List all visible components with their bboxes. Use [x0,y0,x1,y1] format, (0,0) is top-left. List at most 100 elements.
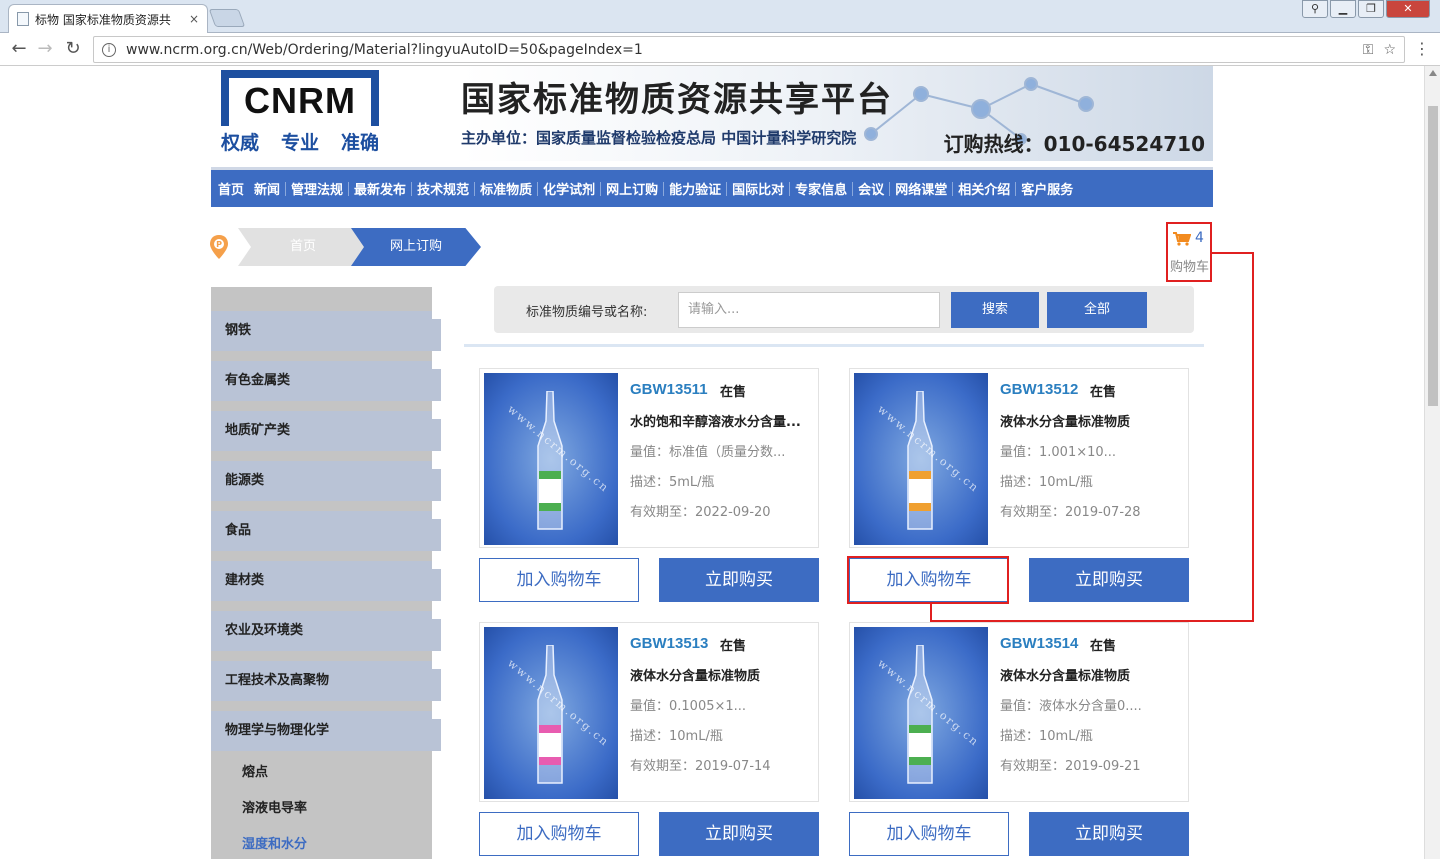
breadcrumb-current[interactable]: 网上订购 [351,228,481,266]
sidebar-item-engineering[interactable]: 工程技术及高聚物 [211,661,441,701]
search-input[interactable]: 请输入... [678,292,940,328]
product-code-link[interactable]: GBW13513 [630,635,708,652]
nav-latest[interactable]: 最新发布 [349,179,411,198]
sidebar-item-food[interactable]: 食品 [211,511,441,551]
slogan-2: 专业 [280,132,319,154]
buy-now-button[interactable]: 立即购买 [1029,812,1189,856]
forward-icon[interactable]: → [34,38,56,60]
show-all-button[interactable]: 全部 [1047,292,1147,328]
product-name[interactable]: 水的饱和辛醇溶液水分含量... [630,411,814,430]
order-hotline: 订购热线：010-64524710 [943,132,1205,156]
sidebar-item-energy[interactable]: 能源类 [211,461,441,501]
breadcrumb-home[interactable]: 首页 [238,228,368,266]
bookmark-star-icon[interactable]: ☆ [1383,42,1396,58]
main-nav: 首页 新闻 管理法规 最新发布 技术规范 标准物质 化学试剂 网上订购 能力验证… [211,167,1213,207]
sidebar-subitem-humidity[interactable]: 湿度和水分 [242,833,307,852]
product-card: www.ncrm.org.cn GBW13512 在售 液体水分含量标准物质 量… [849,368,1189,548]
sidebar-item-geology[interactable]: 地质矿产类 [211,411,441,451]
annotation-line [1252,252,1254,622]
url-field[interactable]: i www.ncrm.org.cn/Web/Ordering/Material?… [93,36,1405,63]
nav-intl-comparison[interactable]: 国际比对 [727,179,789,198]
annotation-line [1212,252,1254,254]
product-value: 量值：液体水分含量0.... [1000,699,1142,714]
key-icon[interactable]: ⚿ [1363,42,1374,58]
user-icon[interactable]: ⚲ [1302,0,1328,18]
product-name[interactable]: 液体水分含量标准物质 [630,665,814,684]
nav-about[interactable]: 相关介绍 [953,179,1015,198]
buy-now-button[interactable]: 立即购买 [1029,558,1189,602]
nav-proficiency[interactable]: 能力验证 [664,179,726,198]
product-name[interactable]: 液体水分含量标准物质 [1000,665,1184,684]
info-icon[interactable]: i [102,42,116,57]
url-text[interactable]: www.ncrm.org.cn/Web/Ordering/Material?li… [126,42,1353,58]
product-image[interactable]: www.ncrm.org.cn [854,373,988,545]
nav-meetings[interactable]: 会议 [853,179,889,198]
category-sidebar: 钢铁 有色金属类 地质矿产类 能源类 食品 建材类 农业及环境类 工程技术及高聚… [211,287,441,859]
nav-tech-specs[interactable]: 技术规范 [412,179,474,198]
sidebar-item-nonferrous[interactable]: 有色金属类 [211,361,441,401]
product-image[interactable]: www.ncrm.org.cn [854,627,988,799]
new-tab-button[interactable] [208,9,246,27]
site-banner: CNRM 权威 专业 准确 国家标准物质资源共享平台 主办单位：国家质量监督检验… [211,66,1213,161]
sidebar-item-agriculture[interactable]: 农业及环境类 [211,611,441,651]
page-content: CNRM 权威 专业 准确 国家标准物质资源共享平台 主办单位：国家质量监督检验… [0,66,1424,859]
sidebar-item-building-materials[interactable]: 建材类 [211,561,441,601]
cart-icon [1173,232,1191,246]
sidebar-subitem-conductivity[interactable]: 溶液电导率 [242,797,307,816]
location-pin-icon: P [210,235,228,259]
page-favicon-icon [17,12,29,26]
product-image[interactable]: www.ncrm.org.cn [484,373,618,545]
buy-now-button[interactable]: 立即购买 [659,812,819,856]
shopping-cart[interactable]: 4 购物车 [1166,222,1212,282]
page-scrollbar[interactable] [1424,66,1440,859]
svg-text:P: P [216,240,222,249]
sidebar-subitem-melting-point[interactable]: 熔点 [242,761,268,780]
nav-news[interactable]: 新闻 [249,179,285,198]
minimize-icon[interactable]: ▁ [1330,0,1356,18]
nav-chemical-reagents[interactable]: 化学试剂 [538,179,600,198]
tab-close-icon[interactable]: × [189,12,199,26]
scroll-up-icon[interactable] [1429,70,1437,76]
add-to-cart-button[interactable]: 加入购物车 [849,812,1009,856]
product-name[interactable]: 液体水分含量标准物质 [1000,411,1184,430]
product-status: 在售 [720,385,747,400]
restore-icon[interactable]: ❐ [1358,0,1384,18]
breadcrumb: P 首页 网上订购 [208,226,508,268]
nav-reference-materials[interactable]: 标准物质 [475,179,537,198]
nav-regulations[interactable]: 管理法规 [286,179,348,198]
product-description: 描述：10mL/瓶 [630,729,723,744]
nav-experts[interactable]: 专家信息 [790,179,852,198]
cnrm-logo[interactable]: CNRM 权威 专业 准确 [221,70,379,156]
product-code-link[interactable]: GBW13511 [630,381,708,398]
reload-icon[interactable]: ↻ [62,38,84,60]
product-expiry: 有效期至：2022-09-20 [630,505,771,520]
browser-menu-icon[interactable]: ⋮ [1414,39,1430,58]
product-code-link[interactable]: GBW13514 [1000,635,1078,652]
search-button[interactable]: 搜索 [951,292,1039,328]
product-code-link[interactable]: GBW13512 [1000,381,1078,398]
buy-now-button[interactable]: 立即购买 [659,558,819,602]
product-image[interactable]: www.ncrm.org.cn [484,627,618,799]
scrollbar-thumb[interactable] [1428,106,1438,406]
search-label: 标准物质编号或名称: [526,305,648,320]
logo-text: CNRM [244,80,356,121]
nav-customer-service[interactable]: 客户服务 [1016,179,1078,198]
add-to-cart-button[interactable]: 加入购物车 [479,812,639,856]
window-controls: ⚲ ▁ ❐ ✕ [1302,0,1430,18]
product-description: 描述：5mL/瓶 [630,475,715,490]
slogan-3: 准确 [340,132,379,154]
nav-home[interactable]: 首页 [213,179,249,198]
add-to-cart-button[interactable]: 加入购物车 [479,558,639,602]
browser-tab[interactable]: 标物 国家标准物质资源共 × [8,4,208,33]
sidebar-item-steel[interactable]: 钢铁 [211,311,441,351]
product-status: 在售 [720,639,747,654]
nav-online-class[interactable]: 网络课堂 [890,179,952,198]
close-icon[interactable]: ✕ [1386,0,1430,18]
nav-online-order[interactable]: 网上订购 [601,179,663,198]
product-value: 量值：0.1005×1... [630,699,747,714]
annotation-highlight-box [847,556,1009,604]
sidebar-item-physics[interactable]: 物理学与物理化学 [211,711,441,751]
annotation-line [930,602,932,622]
site-title: 国家标准物质资源共享平台 [461,80,893,120]
back-icon[interactable]: ← [8,38,30,60]
